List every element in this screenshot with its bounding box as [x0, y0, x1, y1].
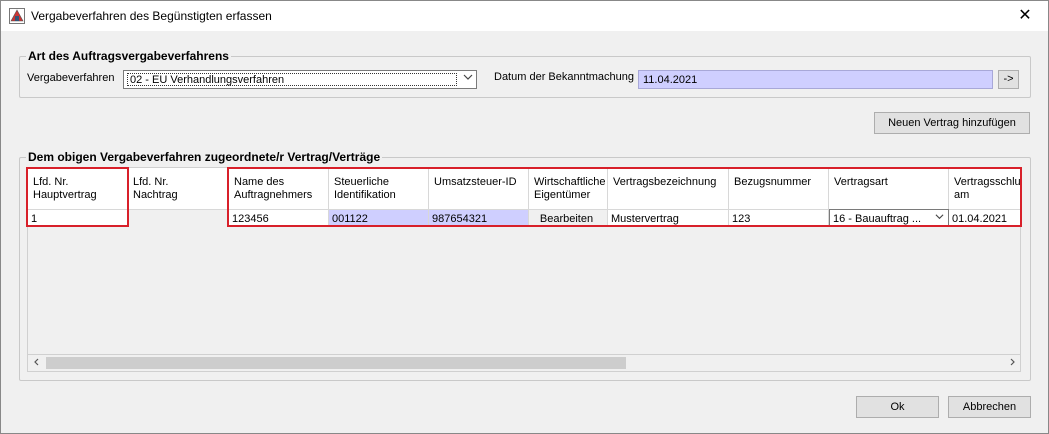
- dialog-window: Vergabeverfahren des Begünstigten erfass…: [0, 0, 1049, 434]
- col-header-auftragnehmer[interactable]: Name des Auftragnehmers: [229, 168, 329, 209]
- col-header-bezeichnung[interactable]: Vertragsbezeichnung: [608, 168, 729, 209]
- contracts-table: Lfd. Nr. Hauptvertrag Lfd. Nr. Nachtrag …: [27, 167, 1021, 355]
- date-arrow-button[interactable]: ->: [998, 70, 1019, 89]
- procedure-select-value: 02 - EU Verhandlungsverfahren: [127, 73, 457, 86]
- edit-owners-button[interactable]: Bearbeiten: [529, 209, 608, 227]
- col-header-ust-id[interactable]: Umsatzsteuer-ID: [429, 168, 529, 209]
- chevron-down-icon[interactable]: [460, 71, 476, 88]
- cell-nachtrag[interactable]: [128, 209, 229, 227]
- date-field[interactable]: 11.04.2021: [638, 70, 993, 89]
- ok-button[interactable]: Ok: [856, 396, 939, 418]
- procedure-label: Vergabeverfahren: [27, 72, 115, 84]
- scroll-left-icon[interactable]: [28, 355, 45, 371]
- col-header-vertragsschluss[interactable]: Vertragsschlu am: [949, 168, 1020, 209]
- horizontal-scrollbar[interactable]: [27, 355, 1021, 372]
- contracts-group-legend: Dem obigen Vergabeverfahren zugeordnete/…: [26, 150, 383, 164]
- scroll-right-icon[interactable]: [1003, 355, 1020, 371]
- contract-type-value: 16 - Bauauftrag ...: [833, 213, 922, 225]
- col-header-nachtrag[interactable]: Lfd. Nr. Nachtrag: [128, 168, 229, 209]
- cell-vertragsschluss[interactable]: 01.04.2021: [949, 209, 1020, 227]
- chevron-down-icon[interactable]: [932, 211, 946, 225]
- col-header-hauptvertrag[interactable]: Lfd. Nr. Hauptvertrag: [28, 168, 128, 209]
- cell-hauptvertrag[interactable]: 1: [28, 209, 128, 227]
- app-icon: [9, 8, 25, 24]
- procedure-select[interactable]: 02 - EU Verhandlungsverfahren: [123, 70, 477, 89]
- contract-type-select[interactable]: 16 - Bauauftrag ...: [829, 209, 949, 227]
- cell-auftragnehmer[interactable]: 123456: [229, 209, 329, 227]
- col-header-steuer-id[interactable]: Steuerliche Identifikation: [329, 168, 429, 209]
- title-bar: Vergabeverfahren des Begünstigten erfass…: [1, 1, 1048, 31]
- cell-steuer-id[interactable]: 001122: [329, 209, 429, 227]
- scrollbar-thumb[interactable]: [46, 357, 626, 369]
- col-header-vertragsart[interactable]: Vertragsart: [829, 168, 949, 209]
- date-label: Datum der Bekanntmachung: [494, 71, 635, 83]
- procedure-group-legend: Art des Auftragsvergabeverfahrens: [26, 49, 231, 63]
- cell-bezeichnung[interactable]: Mustervertrag: [608, 209, 729, 227]
- col-header-eigentuemer[interactable]: Wirtschaftliche Eigentümer: [529, 168, 608, 209]
- add-contract-button[interactable]: Neuen Vertrag hinzufügen: [874, 112, 1030, 134]
- window-title: Vergabeverfahren des Begünstigten erfass…: [31, 9, 272, 23]
- cell-ust-id[interactable]: 987654321: [429, 209, 529, 227]
- col-header-bezugsnummer[interactable]: Bezugsnummer: [729, 168, 829, 209]
- cell-bezugsnummer[interactable]: 123: [729, 209, 829, 227]
- cancel-button[interactable]: Abbrechen: [948, 396, 1031, 418]
- close-icon[interactable]: ✕: [1002, 1, 1048, 31]
